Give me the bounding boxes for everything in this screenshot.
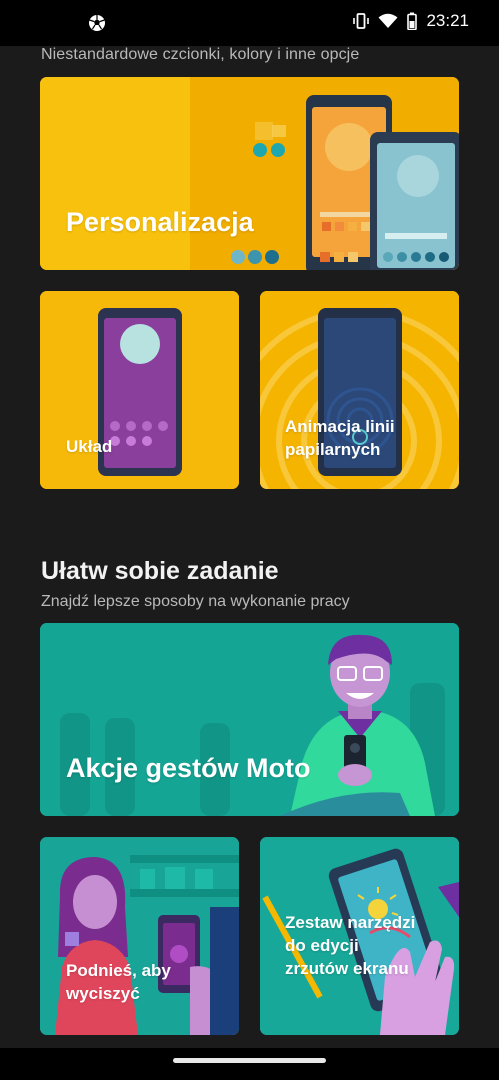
vibrate-icon	[353, 13, 370, 29]
screenshot-toolkit-card[interactable]: Zestaw narzędzi do edycji zrzutów ekranu	[260, 837, 459, 1035]
easier-section-subtitle: Znajdź lepsze sposoby na wykonanie pracy	[41, 593, 350, 610]
fingerprint-title: Animacja linii papilarnych	[285, 417, 395, 459]
lift-to-silence-title: Podnieś, aby wyciszyć	[66, 961, 171, 1003]
personalization-title: Personalizacja	[66, 207, 254, 237]
status-time: 23:21	[426, 11, 469, 30]
moto-gestures-illustration	[40, 623, 459, 816]
moto-gestures-title: Akcje gestów Moto	[66, 753, 311, 783]
layout-title: Układ	[66, 437, 113, 456]
battery-icon	[407, 12, 418, 30]
lift-to-silence-illustration	[40, 837, 239, 1035]
soccer-ball-icon	[89, 15, 105, 31]
layout-card[interactable]: Układ	[40, 291, 239, 489]
fingerprint-animation-card[interactable]: Animacja linii papilarnych	[260, 291, 459, 489]
navigation-bar	[0, 1048, 499, 1080]
screenshot-toolkit-title: Zestaw narzędzi do edycji zrzutów ekranu	[285, 913, 416, 978]
personalize-section-subtitle: Niestandardowe czcionki, kolory i inne o…	[41, 46, 360, 63]
layout-illustration	[40, 291, 239, 489]
personalization-card[interactable]: Personalizacja	[40, 77, 459, 270]
moto-gestures-card[interactable]: Akcje gestów Moto	[40, 623, 459, 816]
home-gesture-handle[interactable]	[173, 1058, 326, 1063]
personalization-illustration	[40, 77, 459, 270]
status-bar: 23:21	[0, 0, 499, 46]
easier-section-title: Ułatw sobie zadanie	[41, 557, 279, 585]
wifi-icon	[378, 13, 398, 28]
lift-to-silence-card[interactable]: Podnieś, aby wyciszyć	[40, 837, 239, 1035]
